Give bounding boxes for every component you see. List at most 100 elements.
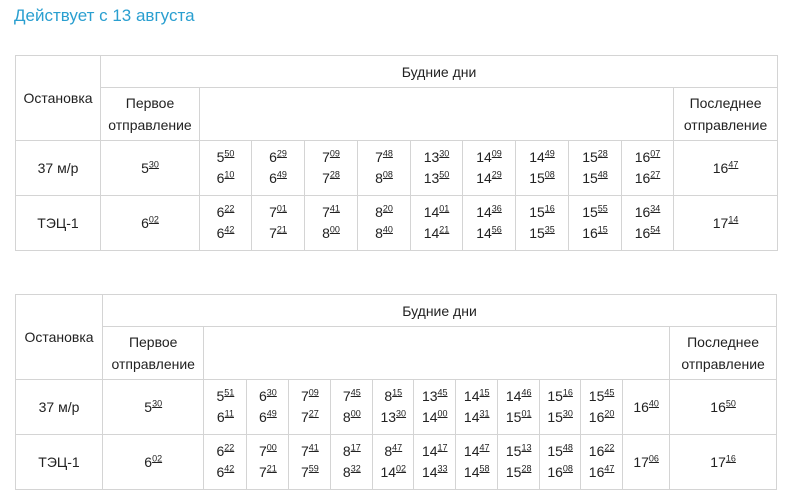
departure-minutes: 15	[392, 387, 403, 398]
departure-minutes: 11	[224, 408, 234, 419]
departure-minutes: 10	[224, 169, 235, 180]
weekdays-header: Будние дни	[102, 294, 777, 327]
departure-time: 1456	[476, 224, 502, 241]
departure-time: 1608	[547, 463, 573, 480]
departure-time: 721	[269, 224, 287, 241]
departure-minutes: 47	[728, 159, 739, 170]
departure-time: 1449	[529, 148, 555, 165]
first-departure: 530	[102, 379, 205, 435]
departure-minutes: 08	[544, 169, 555, 180]
departure-minutes: 45	[604, 387, 615, 398]
departure-minutes: 35	[544, 224, 555, 235]
departure-cell: 1607 1627	[621, 140, 674, 196]
departure-minutes: 49	[544, 148, 555, 159]
departure-time: 1447	[463, 442, 490, 459]
departure-time: 741	[300, 442, 319, 459]
departure-minutes: 06	[648, 452, 659, 463]
departure-minutes: 50	[725, 398, 736, 409]
departure-time: 1706	[633, 452, 659, 470]
departure-minutes: 00	[266, 442, 277, 453]
departure-minutes: 42	[224, 224, 235, 235]
departure-minutes: 54	[650, 224, 661, 235]
last-departure: 1714	[672, 195, 779, 251]
first-departure: 602	[102, 434, 205, 490]
departure-minutes: 58	[479, 463, 490, 474]
departure-minutes: 29	[276, 148, 287, 159]
departure-time: 741	[322, 203, 340, 220]
first-departure: 602	[100, 195, 200, 251]
departure-cell: 1513 1528	[497, 434, 541, 490]
departure-time: 721	[258, 463, 277, 480]
departure-minutes: 49	[276, 169, 287, 180]
departure-cell: 551 611	[203, 379, 248, 435]
departure-minutes: 28	[329, 169, 340, 180]
stop-name: 37 м/р	[14, 379, 104, 435]
departure-time: 728	[322, 169, 340, 186]
departure-time: 727	[300, 408, 319, 425]
departure-time: 1545	[588, 387, 615, 404]
departure-minutes: 56	[491, 224, 502, 235]
departure-cell: 709 727	[288, 379, 332, 435]
departure-minutes: 08	[382, 169, 393, 180]
departure-time: 1607	[634, 148, 661, 165]
departure-minutes: 47	[604, 463, 615, 474]
departure-minutes: 31	[479, 408, 490, 419]
departure-time: 1433	[421, 463, 448, 480]
last-departure-header: Последнее отправление	[672, 87, 779, 141]
departure-time: 530	[141, 159, 159, 176]
departure-minutes: 28	[521, 463, 532, 474]
departure-time: 610	[216, 169, 235, 186]
departure-cell: 1548 1608	[539, 434, 582, 490]
departure-cell: 709 728	[304, 140, 358, 196]
departure-minutes: 36	[491, 203, 502, 214]
departure-cell: 741 759	[288, 434, 332, 490]
departure-cell: 1516 1530	[539, 379, 582, 435]
departure-time: 832	[342, 463, 361, 480]
departure-time: 629	[269, 148, 287, 165]
departure-cell: 1706	[622, 434, 671, 490]
departure-time: 800	[322, 224, 340, 241]
departure-minutes: 49	[266, 408, 277, 419]
departure-minutes: 20	[604, 408, 615, 419]
departure-time: 602	[141, 214, 159, 231]
departure-minutes: 09	[491, 148, 502, 159]
departure-minutes: 51	[224, 387, 235, 398]
departure-time: 1654	[634, 224, 661, 241]
departure-time: 1436	[476, 203, 502, 220]
departure-time: 1516	[547, 387, 573, 404]
departure-minutes: 47	[392, 442, 403, 453]
departure-minutes: 14	[728, 214, 739, 225]
departure-cell: 1345 1400	[413, 379, 457, 435]
departure-minutes: 30	[396, 408, 407, 419]
departure-time: 1401	[423, 203, 450, 220]
departure-time: 1714	[712, 214, 739, 231]
first-departure-header: Первое отправление	[102, 326, 205, 380]
departure-minutes: 30	[439, 148, 450, 159]
last-departure: 1650	[669, 379, 777, 435]
departure-time: 1501	[505, 408, 532, 425]
departure-time: 1716	[710, 453, 736, 470]
departure-time: 1417	[421, 442, 448, 459]
departure-time: 1548	[582, 169, 608, 186]
departure-time: 847	[384, 442, 403, 459]
departure-cell: 1634 1654	[621, 195, 674, 251]
departure-minutes: 59	[308, 463, 319, 474]
departure-minutes: 02	[148, 214, 159, 225]
departure-time: 1421	[423, 224, 450, 241]
last-departure-header: Последнее отправление	[669, 326, 777, 380]
departure-time: 649	[269, 169, 287, 186]
departure-minutes: 21	[276, 224, 287, 235]
departure-time: 759	[300, 463, 319, 480]
departure-cell: 622 642	[203, 434, 248, 490]
departure-minutes: 30	[148, 159, 159, 170]
departure-time: 1620	[588, 408, 615, 425]
departure-cell: 817 832	[330, 434, 374, 490]
departure-time: 1647	[588, 463, 615, 480]
departure-cell: 1409 1429	[462, 140, 516, 196]
departure-minutes: 20	[382, 203, 393, 214]
departure-time: 649	[258, 408, 277, 425]
departure-minutes: 33	[437, 463, 448, 474]
departure-time: 800	[342, 408, 361, 425]
departure-cell: 1415 1431	[455, 379, 499, 435]
departure-minutes: 30	[152, 398, 163, 409]
